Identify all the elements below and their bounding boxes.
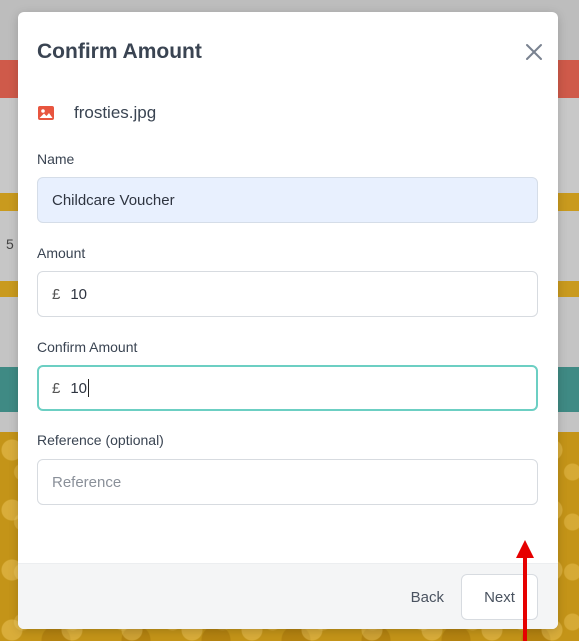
modal-footer: Back Next bbox=[18, 563, 558, 629]
back-button[interactable]: Back bbox=[411, 580, 444, 614]
confirm-amount-value: 10 bbox=[70, 379, 88, 397]
file-name: frosties.jpg bbox=[74, 103, 157, 122]
close-icon bbox=[526, 44, 542, 60]
close-button[interactable] bbox=[520, 38, 548, 66]
attached-file: frosties.jpg bbox=[37, 103, 156, 123]
text-caret bbox=[88, 379, 90, 397]
modal-header: Confirm Amount bbox=[18, 12, 558, 92]
annotation-arrow-icon bbox=[516, 540, 534, 641]
reference-input[interactable] bbox=[52, 473, 523, 491]
modal-title: Confirm Amount bbox=[37, 40, 202, 63]
reference-field[interactable] bbox=[37, 459, 538, 505]
confirm-amount-label: Confirm Amount bbox=[37, 339, 138, 355]
currency-symbol: £ bbox=[52, 285, 61, 303]
name-value: Childcare Voucher bbox=[52, 191, 175, 209]
amount-field[interactable]: £ 10 bbox=[37, 271, 538, 317]
confirm-amount-field[interactable]: £ 10 bbox=[37, 365, 538, 411]
amount-label: Amount bbox=[37, 245, 86, 261]
name-label: Name bbox=[37, 151, 75, 167]
background-edge-text: 5 bbox=[6, 236, 14, 252]
reference-label: Reference (optional) bbox=[37, 432, 164, 448]
image-icon bbox=[38, 106, 54, 120]
currency-symbol: £ bbox=[52, 379, 61, 397]
confirm-amount-modal: Confirm Amount frosties.jpg Name Childca… bbox=[18, 12, 558, 629]
name-field[interactable]: Childcare Voucher bbox=[37, 177, 538, 223]
amount-value: 10 bbox=[70, 285, 88, 303]
